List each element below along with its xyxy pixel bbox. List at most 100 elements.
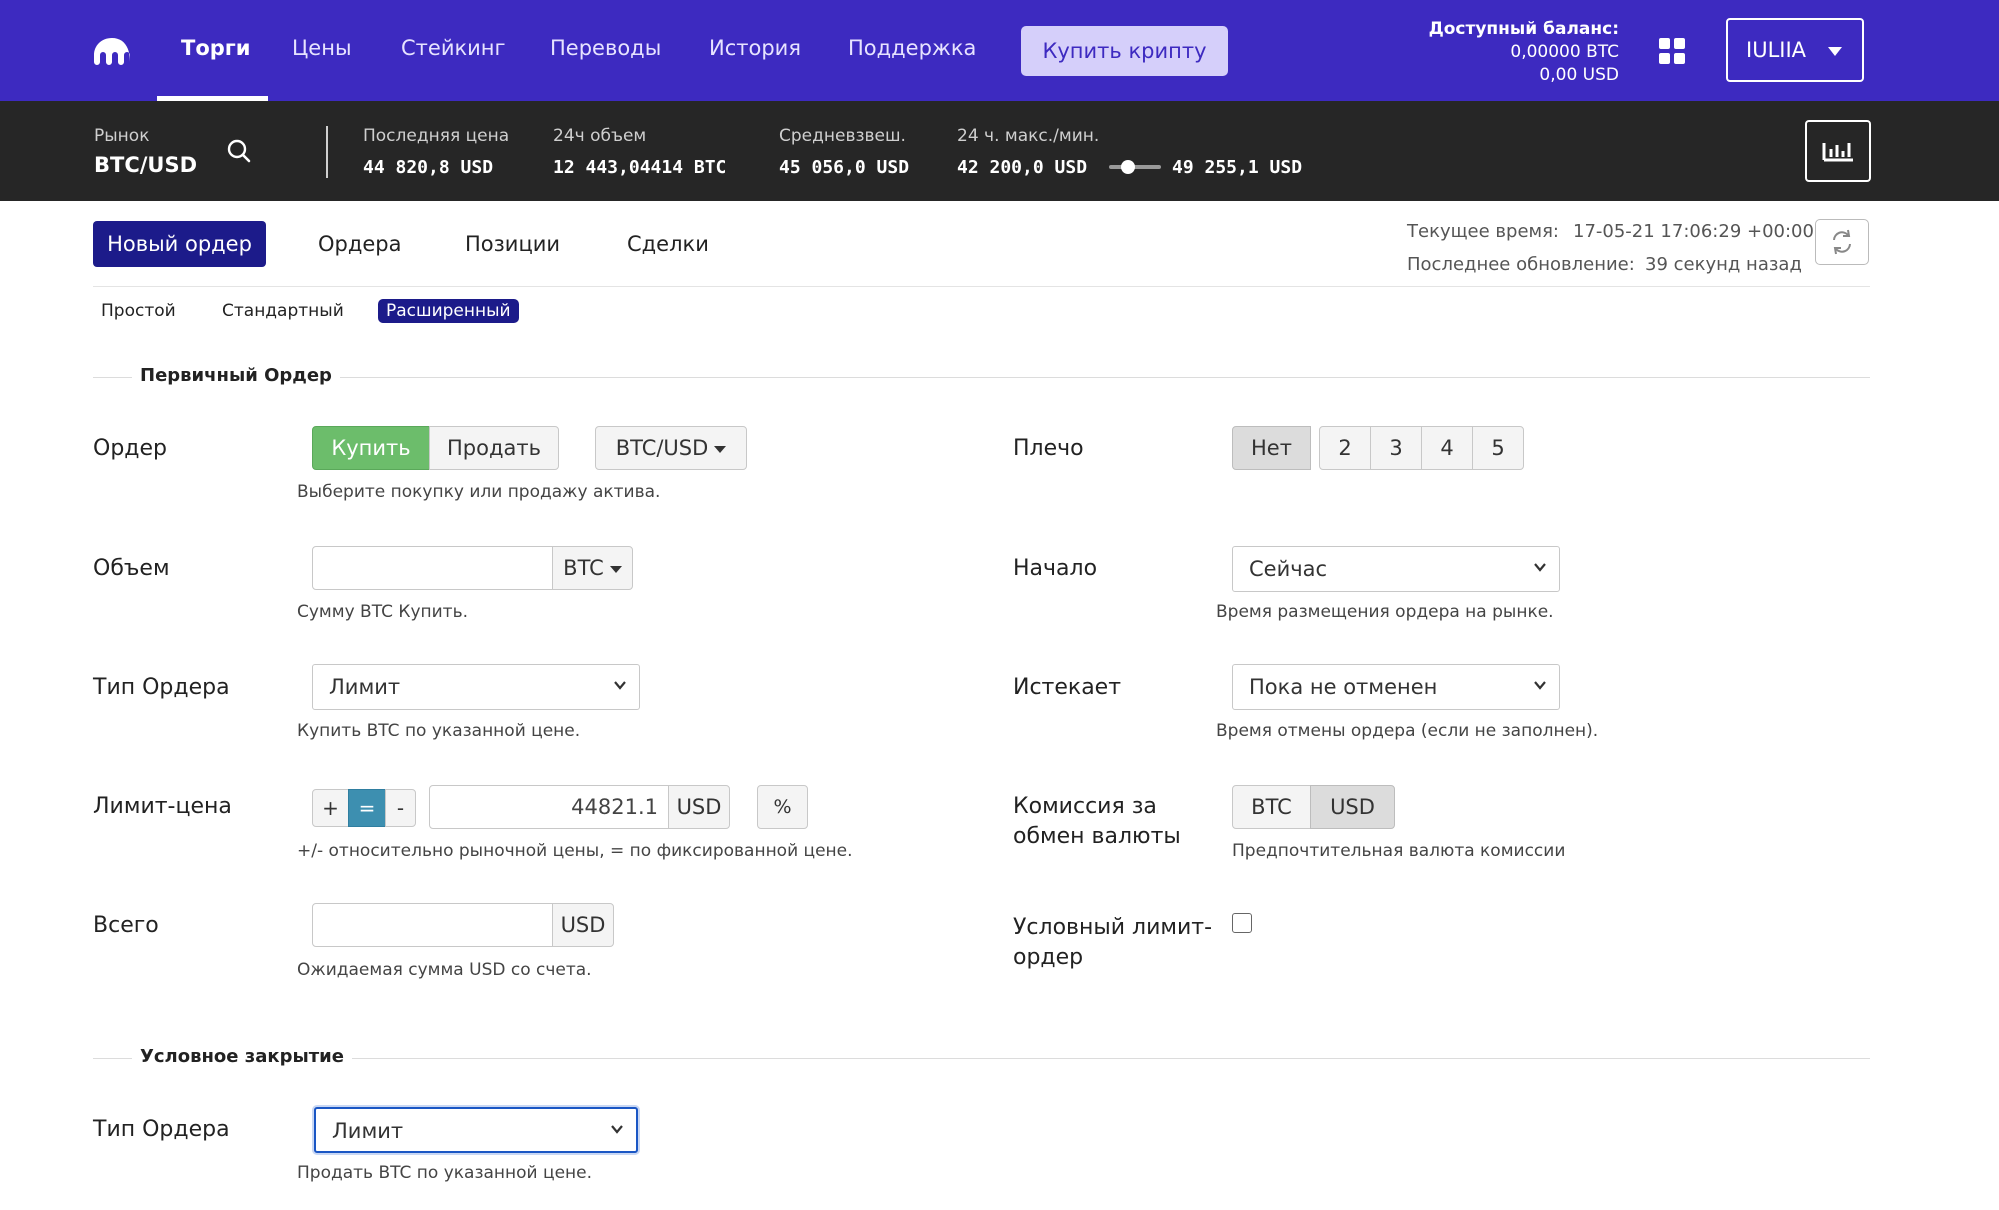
top-nav: Торги Цены Стейкинг Переводы История Под…	[0, 0, 1999, 101]
refresh-button[interactable]	[1815, 219, 1869, 265]
expires-value: Пока не отменен	[1249, 675, 1438, 699]
tab-new-order[interactable]: Новый ордер	[93, 221, 266, 267]
leverage-2-button[interactable]: 2	[1319, 426, 1371, 470]
nav-item-prices[interactable]: Цены	[292, 36, 352, 60]
refresh-icon	[1833, 229, 1851, 255]
volume-input[interactable]	[312, 546, 553, 590]
order-type-select[interactable]: Лимит	[312, 664, 640, 710]
limit-plus-button[interactable]: +	[312, 789, 349, 827]
available-balance: Доступный баланс: 0,00000 BTC 0,00 USD	[1429, 18, 1619, 87]
total-currency-label: USD	[552, 903, 614, 947]
limit-price-label: Лимит-цена	[93, 794, 232, 819]
pair-dropdown[interactable]: BTC/USD	[595, 426, 747, 470]
chart-toggle-button[interactable]	[1805, 120, 1871, 182]
percent-toggle-button[interactable]: %	[757, 785, 808, 829]
tabs-divider	[93, 286, 1870, 287]
buy-button[interactable]: Купить	[312, 426, 430, 470]
balance-btc: 0,00000 BTC	[1510, 42, 1619, 62]
limit-minus-button[interactable]: -	[385, 789, 416, 827]
range-low-value: 42 200,0 USD	[957, 157, 1088, 178]
leverage-3-button[interactable]: 3	[1370, 426, 1422, 470]
volume-currency-dropdown[interactable]: BTC	[552, 546, 633, 590]
limit-price-help: +/- относительно рыночной цены, = по фик…	[297, 841, 853, 861]
buy-crypto-button[interactable]: Купить крипту	[1021, 26, 1228, 76]
current-time-value: 17-05-21 17:06:29 +00:00	[1573, 221, 1814, 242]
limit-price-input[interactable]: 44821.1	[429, 785, 669, 829]
last-update-label: Последнее обновление:	[1407, 254, 1635, 275]
conditional-close-title: Условное закрытие	[132, 1046, 353, 1067]
subtab-simple[interactable]: Простой	[101, 301, 176, 321]
nav-item-support[interactable]: Поддержка	[848, 36, 976, 60]
leverage-5-button[interactable]: 5	[1472, 426, 1524, 470]
close-order-type-value: Лимит	[332, 1119, 404, 1143]
close-order-type-help: Продать BTC по указанной цене.	[297, 1163, 593, 1183]
last-update-value: 39 секунд назад	[1645, 254, 1802, 275]
fee-usd-button[interactable]: USD	[1310, 785, 1395, 829]
caret-down-icon	[609, 565, 622, 573]
volume-label: Объем	[93, 556, 170, 581]
volume-currency-label: BTC	[563, 556, 604, 580]
fee-currency-help: Предпочтительная валюта комиссии	[1232, 841, 1566, 861]
balance-usd: 0,00 USD	[1539, 65, 1619, 85]
range-indicator	[1109, 160, 1161, 174]
subtab-standard[interactable]: Стандартный	[222, 301, 344, 321]
primary-order-title: Первичный Ордер	[132, 365, 340, 386]
fee-currency-label: Комиссия за обмен валюты	[1013, 794, 1181, 849]
vwap-value: 45 056,0 USD	[779, 157, 910, 178]
leverage-4-button[interactable]: 4	[1421, 426, 1473, 470]
nav-item-history[interactable]: История	[709, 36, 801, 60]
start-help: Время размещения ордера на рынке.	[1216, 602, 1554, 622]
tab-trades[interactable]: Сделки	[627, 232, 709, 256]
conditional-limit-label: Условный лимит-ордер	[1013, 915, 1213, 970]
close-order-type-select[interactable]: Лимит	[314, 1107, 638, 1153]
chevron-down-icon	[611, 1125, 623, 1134]
time-info: Текущее время: 17-05-21 17:06:29 +00:00 П…	[1407, 215, 1814, 281]
market-bar: Рынок BTC/USD Последняя цена 44 820,8 US…	[0, 101, 1999, 201]
limit-equals-button[interactable]: =	[348, 789, 386, 827]
total-label: Всего	[93, 913, 159, 938]
conditional-limit-checkbox[interactable]	[1232, 913, 1252, 933]
close-section-line	[93, 1058, 1870, 1059]
order-type-help: Купить BTC по указанной цене.	[297, 721, 581, 741]
total-help: Ожидаемая сумма USD со счета.	[297, 960, 592, 980]
start-value: Сейчас	[1249, 557, 1328, 581]
order-type-label: Тип Ордера	[93, 675, 230, 700]
sell-button[interactable]: Продать	[429, 426, 559, 470]
total-input[interactable]	[312, 903, 553, 947]
order-help: Выберите покупку или продажу актива.	[297, 482, 661, 502]
current-time-label: Текущее время:	[1407, 221, 1559, 242]
bar-chart-icon	[1822, 143, 1853, 162]
nav-item-trading[interactable]: Торги	[181, 36, 250, 60]
chevron-down-icon	[1534, 563, 1546, 572]
range-label: 24 ч. макс./мин.	[957, 126, 1100, 146]
leverage-none-button[interactable]: Нет	[1232, 426, 1311, 470]
market-pair[interactable]: BTC/USD	[94, 153, 197, 177]
last-price-label: Последняя цена	[363, 126, 510, 146]
leverage-label: Плечо	[1013, 436, 1084, 461]
user-menu-button[interactable]: IULIIA	[1726, 18, 1864, 82]
close-order-type-label: Тип Ордера	[93, 1117, 230, 1142]
caret-down-icon	[714, 445, 727, 453]
caret-down-icon	[1828, 47, 1842, 56]
search-icon[interactable]	[227, 139, 251, 163]
pair-dropdown-label: BTC/USD	[615, 436, 709, 460]
vwap-label: Средневзвеш.	[779, 126, 906, 146]
volume-label: 24ч объем	[553, 126, 647, 146]
expires-select[interactable]: Пока не отменен	[1232, 664, 1560, 710]
apps-grid-icon[interactable]	[1659, 38, 1685, 64]
nav-item-transfers[interactable]: Переводы	[550, 36, 661, 60]
start-label: Начало	[1013, 556, 1098, 581]
start-select[interactable]: Сейчас	[1232, 546, 1560, 592]
kraken-logo-icon[interactable]	[92, 36, 132, 66]
tab-orders[interactable]: Ордера	[318, 232, 402, 256]
primary-section-line	[93, 377, 1870, 378]
balance-label: Доступный баланс:	[1428, 19, 1619, 39]
expires-help: Время отмены ордера (если не заполнен).	[1216, 721, 1599, 741]
limit-currency-label: USD	[668, 785, 730, 829]
fee-btc-button[interactable]: BTC	[1232, 785, 1311, 829]
last-price-value: 44 820,8 USD	[363, 157, 494, 178]
nav-item-staking[interactable]: Стейкинг	[401, 36, 506, 60]
subtab-advanced[interactable]: Расширенный	[378, 299, 519, 323]
tab-positions[interactable]: Позиции	[465, 232, 560, 256]
volume-value: 12 443,04414 BTC	[553, 157, 727, 178]
